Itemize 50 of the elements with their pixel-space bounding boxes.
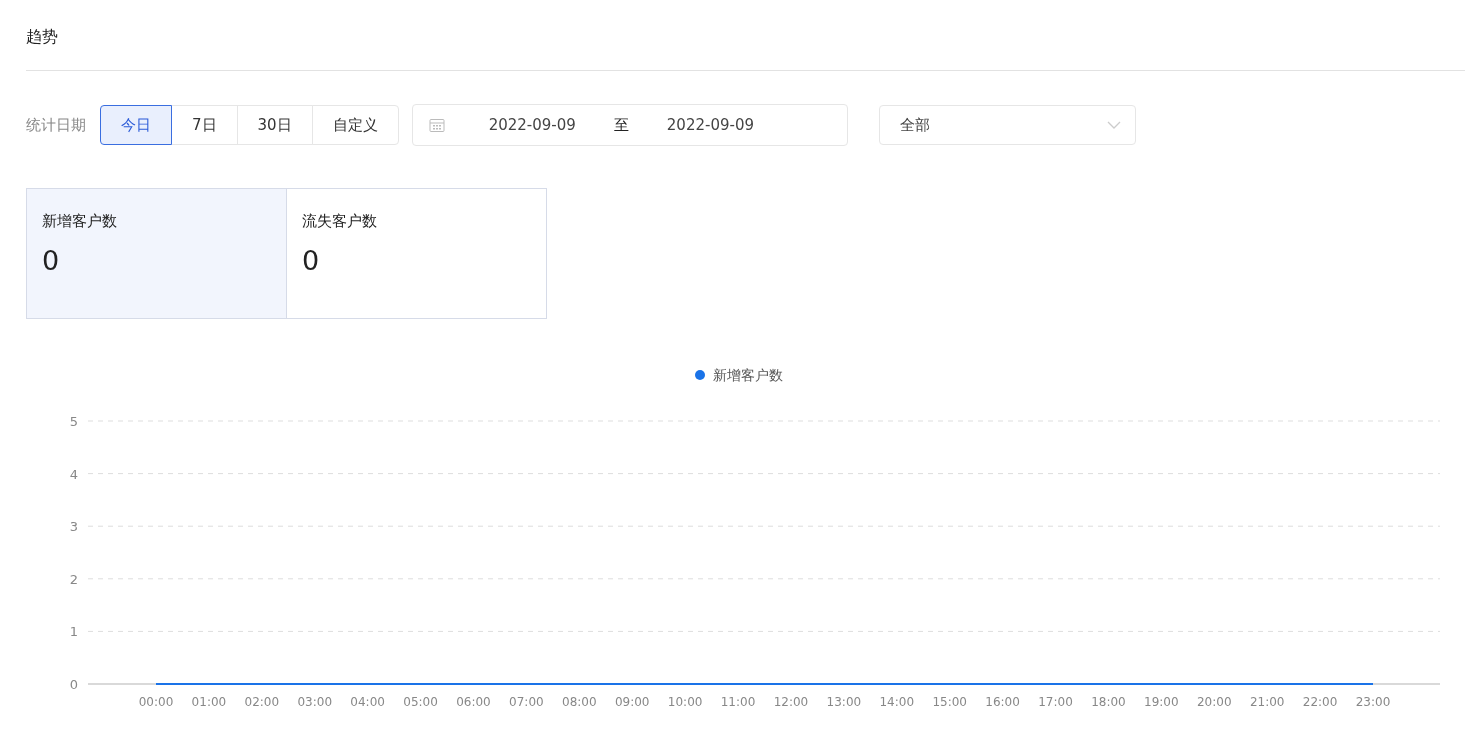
x-tick-label: 02:00 (244, 695, 280, 709)
legend-label: 新增客户数 (712, 367, 783, 383)
x-tick-label: 03:00 (297, 695, 333, 709)
stat-label: 新增客户数 (42, 211, 118, 231)
stat-card[interactable]: 流失客户数 0 (286, 188, 547, 319)
x-tick-label: 19:00 (1144, 695, 1179, 709)
x-tick-label: 14:00 (879, 695, 915, 709)
stat-value: 0 (302, 245, 321, 277)
x-tick-label: 17:00 (1038, 695, 1073, 709)
stat-card[interactable]: 新增客户数 0 (26, 188, 287, 319)
calendar-icon (428, 117, 445, 133)
start-date: 2022-09-09 (488, 115, 576, 135)
x-tick-label: 23:00 (1355, 695, 1391, 709)
x-tick-label: 04:00 (350, 695, 385, 709)
y-tick-label: 3 (69, 519, 78, 535)
filter-select[interactable]: 全部 (878, 105, 1136, 145)
stat-label: 流失客户数 (302, 211, 378, 231)
range-tab[interactable]: 今日 (100, 105, 172, 145)
x-tick-label: 21:00 (1249, 695, 1285, 709)
filter-label: 统计日期 (26, 115, 86, 135)
range-tab[interactable]: 7日 (171, 105, 238, 145)
chevron-down-icon (1106, 121, 1121, 129)
y-tick-label: 0 (69, 677, 78, 692)
range-tab[interactable]: 自定义 (311, 105, 399, 145)
x-tick-label: 01:00 (191, 695, 227, 709)
y-tick-label: 4 (69, 466, 78, 482)
x-tick-label: 18:00 (1091, 695, 1126, 709)
x-tick-label: 20:00 (1196, 695, 1232, 709)
y-tick-label: 5 (69, 414, 78, 429)
date-separator: 至 (613, 115, 629, 135)
x-tick-label: 09:00 (614, 695, 650, 709)
x-tick-label: 16:00 (985, 695, 1020, 709)
range-tab[interactable]: 30日 (236, 105, 313, 145)
x-tick-label: 12:00 (773, 695, 809, 709)
x-tick-label: 05:00 (403, 695, 438, 709)
x-tick-label: 07:00 (509, 695, 544, 709)
x-tick-label: 15:00 (932, 695, 967, 709)
x-tick-label: 00:00 (138, 695, 174, 709)
x-tick-label: 06:00 (456, 695, 491, 709)
end-date: 2022-09-09 (666, 115, 754, 135)
y-tick-label: 1 (69, 624, 78, 640)
y-tick-label: 2 (69, 571, 78, 587)
section-title: 趋势 (26, 0, 1465, 71)
x-tick-label: 13:00 (826, 695, 862, 709)
stat-value: 0 (42, 245, 61, 277)
x-tick-label: 10:00 (667, 695, 703, 709)
x-tick-label: 22:00 (1302, 695, 1338, 709)
x-tick-label: 08:00 (562, 695, 597, 709)
date-range-field[interactable]: 2022-09-09 至 2022-09-09 (411, 104, 848, 146)
x-tick-label: 11:00 (720, 695, 756, 709)
